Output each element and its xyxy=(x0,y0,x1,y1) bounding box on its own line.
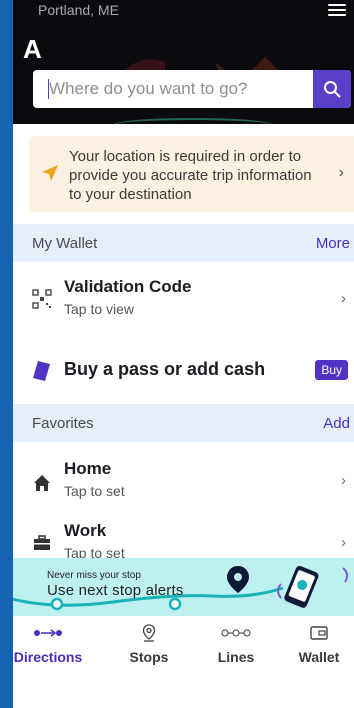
directions-icon xyxy=(13,624,83,642)
next-stop-alerts-banner[interactable]: Never miss your stop Use next stop alert… xyxy=(13,558,354,616)
tab-stops[interactable]: Stops xyxy=(114,616,184,670)
tab-wallet-label: Wallet xyxy=(298,649,340,665)
app-frame: Portland, ME A Where do you want to go? … xyxy=(0,0,354,708)
header-decoration xyxy=(113,118,273,124)
validation-code-title: Validation Code xyxy=(64,277,192,296)
favorites-add-link[interactable]: Add xyxy=(323,415,350,432)
stop-pin-icon xyxy=(114,624,184,642)
wallet-section-header: My Wallet More xyxy=(13,224,354,262)
buy-button[interactable]: Buy xyxy=(315,360,348,380)
buy-pass-title: Buy a pass or add cash xyxy=(64,359,266,379)
search-icon xyxy=(324,81,341,98)
ticket-icon xyxy=(31,360,53,382)
tab-directions[interactable]: Directions xyxy=(13,616,83,670)
city-label: Portland, ME xyxy=(38,2,119,18)
app-content: Portland, ME A Where do you want to go? … xyxy=(13,0,354,708)
location-arrow-icon xyxy=(42,165,58,181)
tab-directions-label: Directions xyxy=(13,649,83,665)
chevron-right-icon: › xyxy=(341,290,346,307)
header: Portland, ME A xyxy=(13,0,354,124)
favorite-home-row[interactable]: Home Tap to set › xyxy=(13,452,354,508)
work-title: Work xyxy=(64,521,107,540)
wallet-title: My Wallet xyxy=(32,235,98,252)
chevron-right-icon: › xyxy=(338,164,344,181)
banner-main-text: Use next stop alerts xyxy=(47,582,184,599)
search-bar xyxy=(33,70,351,108)
chevron-right-icon: › xyxy=(341,534,346,551)
buy-pass-row[interactable]: Buy a pass or add cash Buy xyxy=(13,342,354,398)
tab-stops-label: Stops xyxy=(129,649,169,665)
banner-small-text: Never miss your stop xyxy=(47,570,141,581)
tab-wallet[interactable]: Wallet xyxy=(284,616,354,670)
home-subtitle: Tap to set xyxy=(64,483,125,499)
search-input[interactable] xyxy=(33,70,313,108)
favorites-title: Favorites xyxy=(32,415,94,432)
validation-code-subtitle: Tap to view xyxy=(64,301,135,317)
text-caret xyxy=(48,79,49,99)
search-button[interactable] xyxy=(313,70,351,108)
location-notice-text: Your location is required in order to pr… xyxy=(69,148,312,203)
favorites-section-header: Favorites Add xyxy=(13,404,354,442)
chevron-right-icon: › xyxy=(341,472,346,489)
validation-code-row[interactable]: Validation Code Tap to view › xyxy=(13,270,354,326)
wallet-more-link[interactable]: More xyxy=(316,235,350,252)
lines-icon xyxy=(201,624,271,642)
tab-lines[interactable]: Lines xyxy=(201,616,271,670)
bottom-safe-area xyxy=(13,670,354,708)
home-title: Home xyxy=(64,459,112,478)
wallet-icon xyxy=(284,624,354,642)
location-notice[interactable]: Your location is required in order to pr… xyxy=(29,136,354,212)
briefcase-icon xyxy=(31,532,53,554)
bottom-tab-bar: Directions Stops Lines Wallet xyxy=(13,616,354,670)
hamburger-menu-icon[interactable] xyxy=(328,4,346,18)
left-edge-bar xyxy=(0,0,13,708)
qr-code-icon xyxy=(31,288,53,310)
home-icon xyxy=(31,472,53,494)
overlay-label: A xyxy=(23,34,42,64)
tab-lines-label: Lines xyxy=(217,649,255,665)
